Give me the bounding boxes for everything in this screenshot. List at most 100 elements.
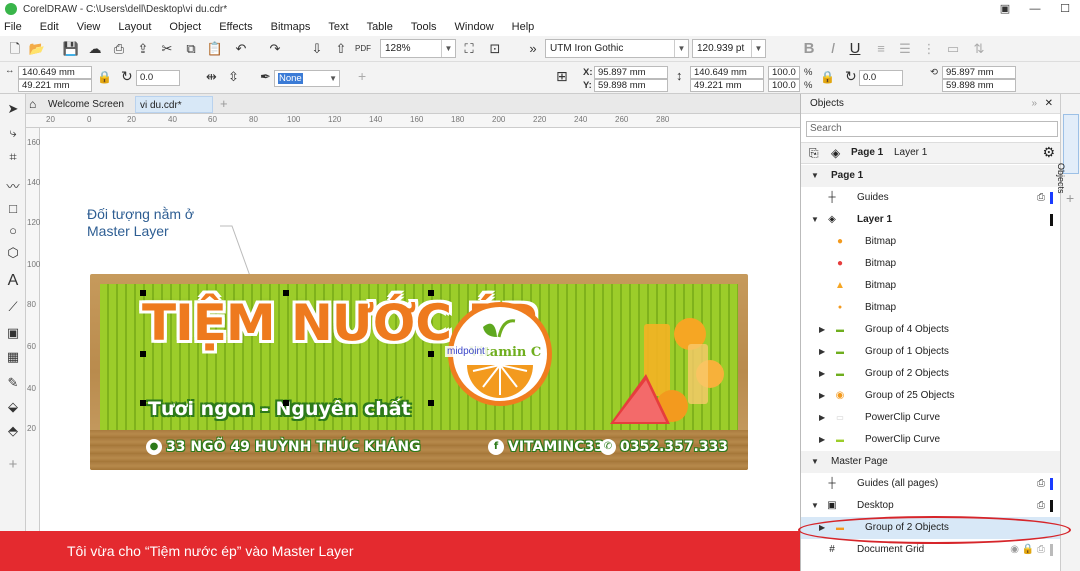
redo-icon[interactable]: ↷ [266, 40, 284, 58]
shape-tool-icon[interactable]: ⤷ [4, 124, 22, 142]
zoom-level-select[interactable]: 128% ▼ [380, 39, 456, 58]
height-field[interactable]: 49.221 mm [18, 79, 92, 92]
scale-x-field[interactable]: 100.0 [768, 66, 800, 79]
more-icon[interactable]: » [524, 40, 542, 58]
restore-icon[interactable]: ▣ [990, 0, 1020, 18]
align-icon[interactable]: ≡ [872, 40, 890, 58]
tree-bitmap[interactable]: ● Bitmap [801, 253, 1061, 275]
cut-icon[interactable]: ✂ [158, 40, 176, 58]
menu-object[interactable]: Object [169, 21, 201, 33]
tree-page-1[interactable]: ▼ Page 1 [801, 165, 1061, 187]
tree-layer-1[interactable]: ▼ ◈ Layer 1 [801, 209, 1061, 231]
numbering-icon[interactable]: ⋮ [920, 40, 938, 58]
selection-handle[interactable] [140, 290, 146, 296]
page-view-icon[interactable]: ⎘ [809, 146, 819, 161]
crop-tool-icon[interactable]: ⌗ [4, 148, 22, 166]
lock-ratio-icon[interactable]: 🔒 [820, 70, 835, 84]
menu-edit[interactable]: Edit [40, 21, 59, 33]
current-page-label[interactable]: Page 1 [851, 147, 883, 158]
outline-width-select[interactable]: None ▼ [274, 70, 340, 87]
add-docker-icon[interactable]: + [1066, 190, 1074, 206]
drop-shadow-tool-icon[interactable]: ▣ [4, 324, 22, 342]
rotation-center-x-field[interactable]: 95.897 mm [942, 66, 1016, 79]
undo-icon[interactable]: ↶ [232, 40, 250, 58]
menu-bitmaps[interactable]: Bitmaps [271, 21, 311, 33]
rectangle-tool-icon[interactable]: □ [4, 200, 22, 218]
paste-icon[interactable]: 📋 [206, 40, 224, 58]
selection-handle[interactable] [428, 400, 434, 406]
fruit-splash-image[interactable] [90, 274, 748, 470]
object-height-field[interactable]: 49.221 mm [690, 79, 764, 92]
tree-guides-all-pages[interactable]: ┼ Guides (all pages) ⎙ [801, 473, 1061, 495]
tree-powerclip[interactable]: ▶ ▭ PowerClip Curve [801, 407, 1061, 429]
interactive-fill-tool-icon[interactable]: ⬙ [4, 398, 22, 416]
publish-pdf-icon[interactable]: PDF [354, 40, 372, 58]
polygon-tool-icon[interactable]: ⬡ [4, 244, 22, 262]
horizontal-ruler[interactable]: 20 0 20 40 60 80 100 120 140 160 180 200… [26, 114, 800, 128]
ellipse-tool-icon[interactable]: ○ [4, 222, 22, 240]
font-family-select[interactable]: UTM Iron Gothic ▼ [545, 39, 689, 58]
y-position-field[interactable]: 59.898 mm [594, 79, 668, 92]
cloud-upload-icon[interactable]: ☁ [86, 40, 104, 58]
menu-effects[interactable]: Effects [219, 21, 252, 33]
open-folder-icon[interactable]: 📂 [28, 40, 46, 58]
drawing-canvas[interactable]: Đối tượng nằm ở Master Layer TIỆM NƯỚC É… [40, 128, 800, 531]
selection-handle[interactable] [283, 290, 289, 296]
tree-master-page[interactable]: ▼ Master Page [801, 451, 1061, 473]
save-icon[interactable]: 💾 [62, 40, 80, 58]
x-position-field[interactable]: 95.897 mm [594, 66, 668, 79]
menu-table[interactable]: Table [367, 21, 393, 33]
export-icon[interactable]: ⇪ [134, 40, 152, 58]
add-tool-icon[interactable]: + [4, 456, 22, 474]
selection-handle[interactable] [428, 351, 434, 357]
new-document-icon[interactable]: 🗋 [6, 40, 24, 58]
lock-ratio-icon[interactable]: 🔒 [97, 70, 112, 84]
freehand-tool-icon[interactable]: 〰 [4, 178, 22, 196]
selection-handle[interactable] [428, 290, 434, 296]
tab-welcome-screen[interactable]: Welcome Screen [28, 96, 136, 113]
smart-fill-tool-icon[interactable]: ⬘ [4, 422, 22, 440]
vertical-ruler[interactable]: 160 140 120 100 80 60 40 20 [26, 128, 40, 531]
mirror-horizontal-icon[interactable]: ⇹ [206, 69, 217, 85]
text-direction-icon[interactable]: ⇅ [970, 40, 988, 58]
tree-bitmap[interactable]: ● Bitmap [801, 231, 1061, 253]
tree-group[interactable]: ▶ ▬ Group of 1 Objects [801, 341, 1061, 363]
mirror-vertical-icon[interactable]: ⇳ [228, 69, 239, 85]
tree-powerclip[interactable]: ▶ ▬ PowerClip Curve [801, 429, 1061, 451]
pick-tool-icon[interactable]: ➤ [4, 100, 22, 118]
objects-side-tab[interactable]: Objects [1056, 114, 1079, 194]
italic-button[interactable]: I [824, 40, 842, 58]
menu-window[interactable]: Window [455, 21, 494, 33]
objects-search-input[interactable]: Search [806, 121, 1058, 137]
eyedropper-tool-icon[interactable]: ✎ [4, 374, 22, 392]
new-tab-icon[interactable]: + [220, 96, 228, 111]
print-icon[interactable]: ⎙ [110, 40, 128, 58]
menu-file[interactable]: File [4, 21, 22, 33]
tree-group[interactable]: ▶ ▬ Group of 4 Objects [801, 319, 1061, 341]
object-width-field[interactable]: 140.649 mm [690, 66, 764, 79]
banner-artwork[interactable]: TIỆM NƯỚC ÉP Tươi ngon - Nguyên chất ● 3… [90, 274, 748, 470]
tree-bitmap[interactable]: ● Bitmap [801, 297, 1061, 319]
scale-y-field[interactable]: 100.0 [768, 79, 800, 92]
tree-bitmap[interactable]: ▲ Bitmap [801, 275, 1061, 297]
parallel-dimension-tool-icon[interactable]: ⟋ [4, 298, 22, 316]
collapse-docker-icon[interactable]: » [1031, 94, 1037, 114]
selection-handle[interactable] [140, 351, 146, 357]
current-layer-label[interactable]: Layer 1 [894, 147, 927, 158]
underline-button[interactable]: U [846, 40, 864, 58]
gear-icon[interactable]: ⚙ [1042, 144, 1055, 161]
transparency-tool-icon[interactable]: ▦ [4, 348, 22, 366]
text-frame-icon[interactable]: ▭ [944, 40, 962, 58]
tree-desktop[interactable]: ▼ ▣ Desktop ⎙ [801, 495, 1061, 517]
layers-icon[interactable]: ◈ [831, 146, 840, 160]
menu-view[interactable]: View [77, 21, 101, 33]
snap-to-icon[interactable]: ⊡ [486, 40, 504, 58]
selection-handle[interactable] [140, 400, 146, 406]
menu-text[interactable]: Text [328, 21, 348, 33]
bold-button[interactable]: B [800, 40, 818, 58]
rotation-field[interactable]: 0.0 [859, 70, 903, 86]
tab-document[interactable]: vi du.cdr* [135, 96, 213, 113]
copy-icon[interactable]: ⧉ [182, 40, 200, 58]
rotation-center-y-field[interactable]: 59.898 mm [942, 79, 1016, 92]
add-icon[interactable]: + [358, 68, 366, 84]
